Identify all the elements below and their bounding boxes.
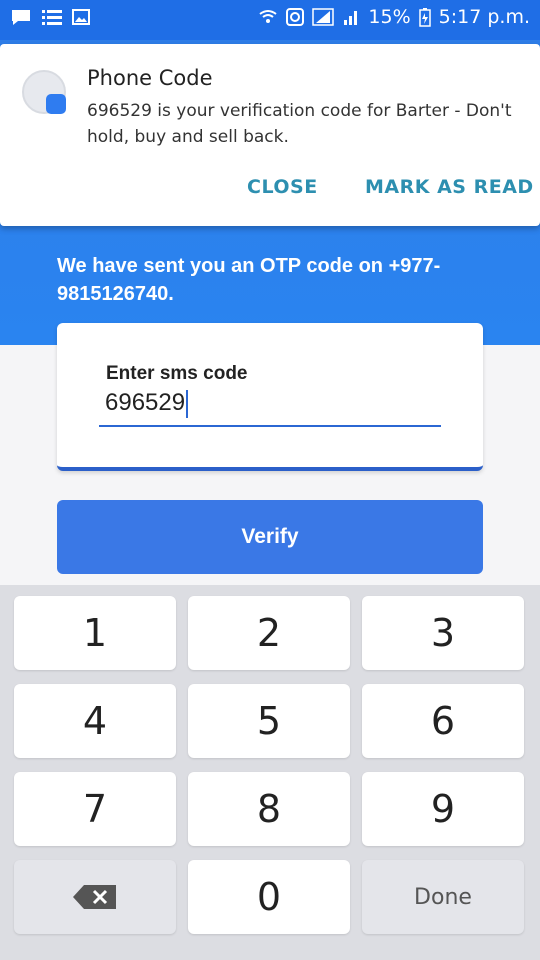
notification-title: Phone Code [87, 66, 213, 90]
sms-code-value: 696529 [105, 389, 186, 416]
status-left-icons [10, 8, 90, 26]
sms-code-input[interactable]: 696529 [99, 387, 441, 427]
key-2[interactable]: 2 [188, 596, 350, 670]
clock: 5:17 p.m. [438, 6, 530, 28]
backspace-icon [72, 884, 118, 910]
backspace-key[interactable] [14, 860, 176, 934]
status-right: 15% 5:17 p.m. [258, 6, 530, 28]
numeric-keypad: 1 2 3 4 5 6 7 8 9 0 Done [0, 585, 540, 960]
key-8[interactable]: 8 [188, 772, 350, 846]
key-6[interactable]: 6 [362, 684, 524, 758]
key-5[interactable]: 5 [188, 684, 350, 758]
image-icon [72, 9, 90, 25]
otp-message: We have sent you an OTP code on +977-981… [57, 255, 441, 305]
key-0[interactable]: 0 [188, 860, 350, 934]
key-1[interactable]: 1 [14, 596, 176, 670]
done-key[interactable]: Done [362, 860, 524, 934]
signal-2-icon [342, 8, 360, 26]
close-button[interactable]: CLOSE [247, 176, 318, 198]
key-4[interactable]: 4 [14, 684, 176, 758]
message-icon [10, 8, 32, 26]
data-saver-icon [286, 8, 305, 26]
sms-code-card: Enter sms code 696529 [57, 323, 483, 471]
mark-as-read-button[interactable]: MARK AS READ [365, 176, 534, 198]
battery-percent: 15% [368, 6, 411, 28]
key-7[interactable]: 7 [14, 772, 176, 846]
verify-button[interactable]: Verify [57, 500, 483, 574]
key-9[interactable]: 9 [362, 772, 524, 846]
list-icon [42, 9, 62, 25]
text-caret [186, 389, 189, 418]
sms-code-label: Enter sms code [106, 363, 248, 384]
message-badge-icon [46, 94, 66, 114]
battery-icon [418, 7, 431, 27]
notification-body: 696529 is your verification code for Bar… [87, 101, 512, 147]
status-bar: 15% 5:17 p.m. [0, 0, 540, 40]
signal-1-icon [312, 8, 335, 26]
wifi-icon [258, 8, 278, 26]
key-3[interactable]: 3 [362, 596, 524, 670]
